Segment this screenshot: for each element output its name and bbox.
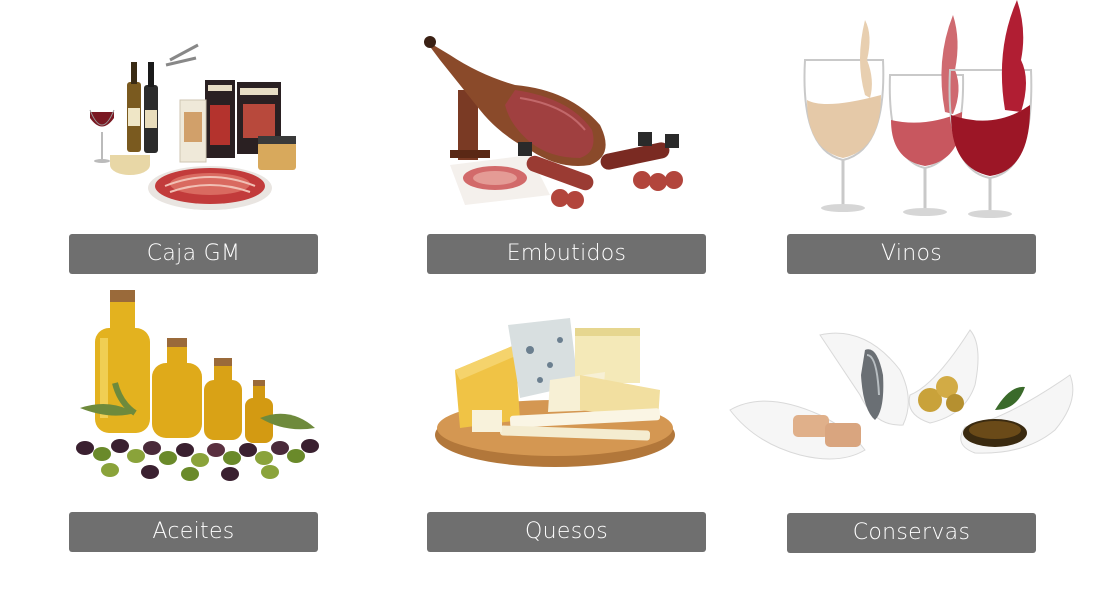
ham-and-cured-meats-image[interactable] — [420, 30, 700, 215]
gift-box-products-image[interactable] — [80, 40, 310, 215]
category-button-embutidos[interactable]: Embutidos — [427, 234, 706, 274]
olive-oil-bottles-image[interactable] — [40, 288, 340, 488]
category-button-quesos[interactable]: Quesos — [427, 512, 706, 552]
category-button-aceites[interactable]: Aceites — [69, 512, 318, 552]
category-button-conservas[interactable]: Conservas — [787, 513, 1036, 553]
category-button-vinos[interactable]: Vinos — [787, 234, 1036, 274]
wine-glasses-image[interactable] — [795, 0, 1045, 220]
canned-seafood-spoons-image[interactable] — [725, 315, 1080, 480]
cheese-board-image[interactable] — [430, 310, 690, 475]
category-button-caja-gm[interactable]: Caja GM — [69, 234, 318, 274]
